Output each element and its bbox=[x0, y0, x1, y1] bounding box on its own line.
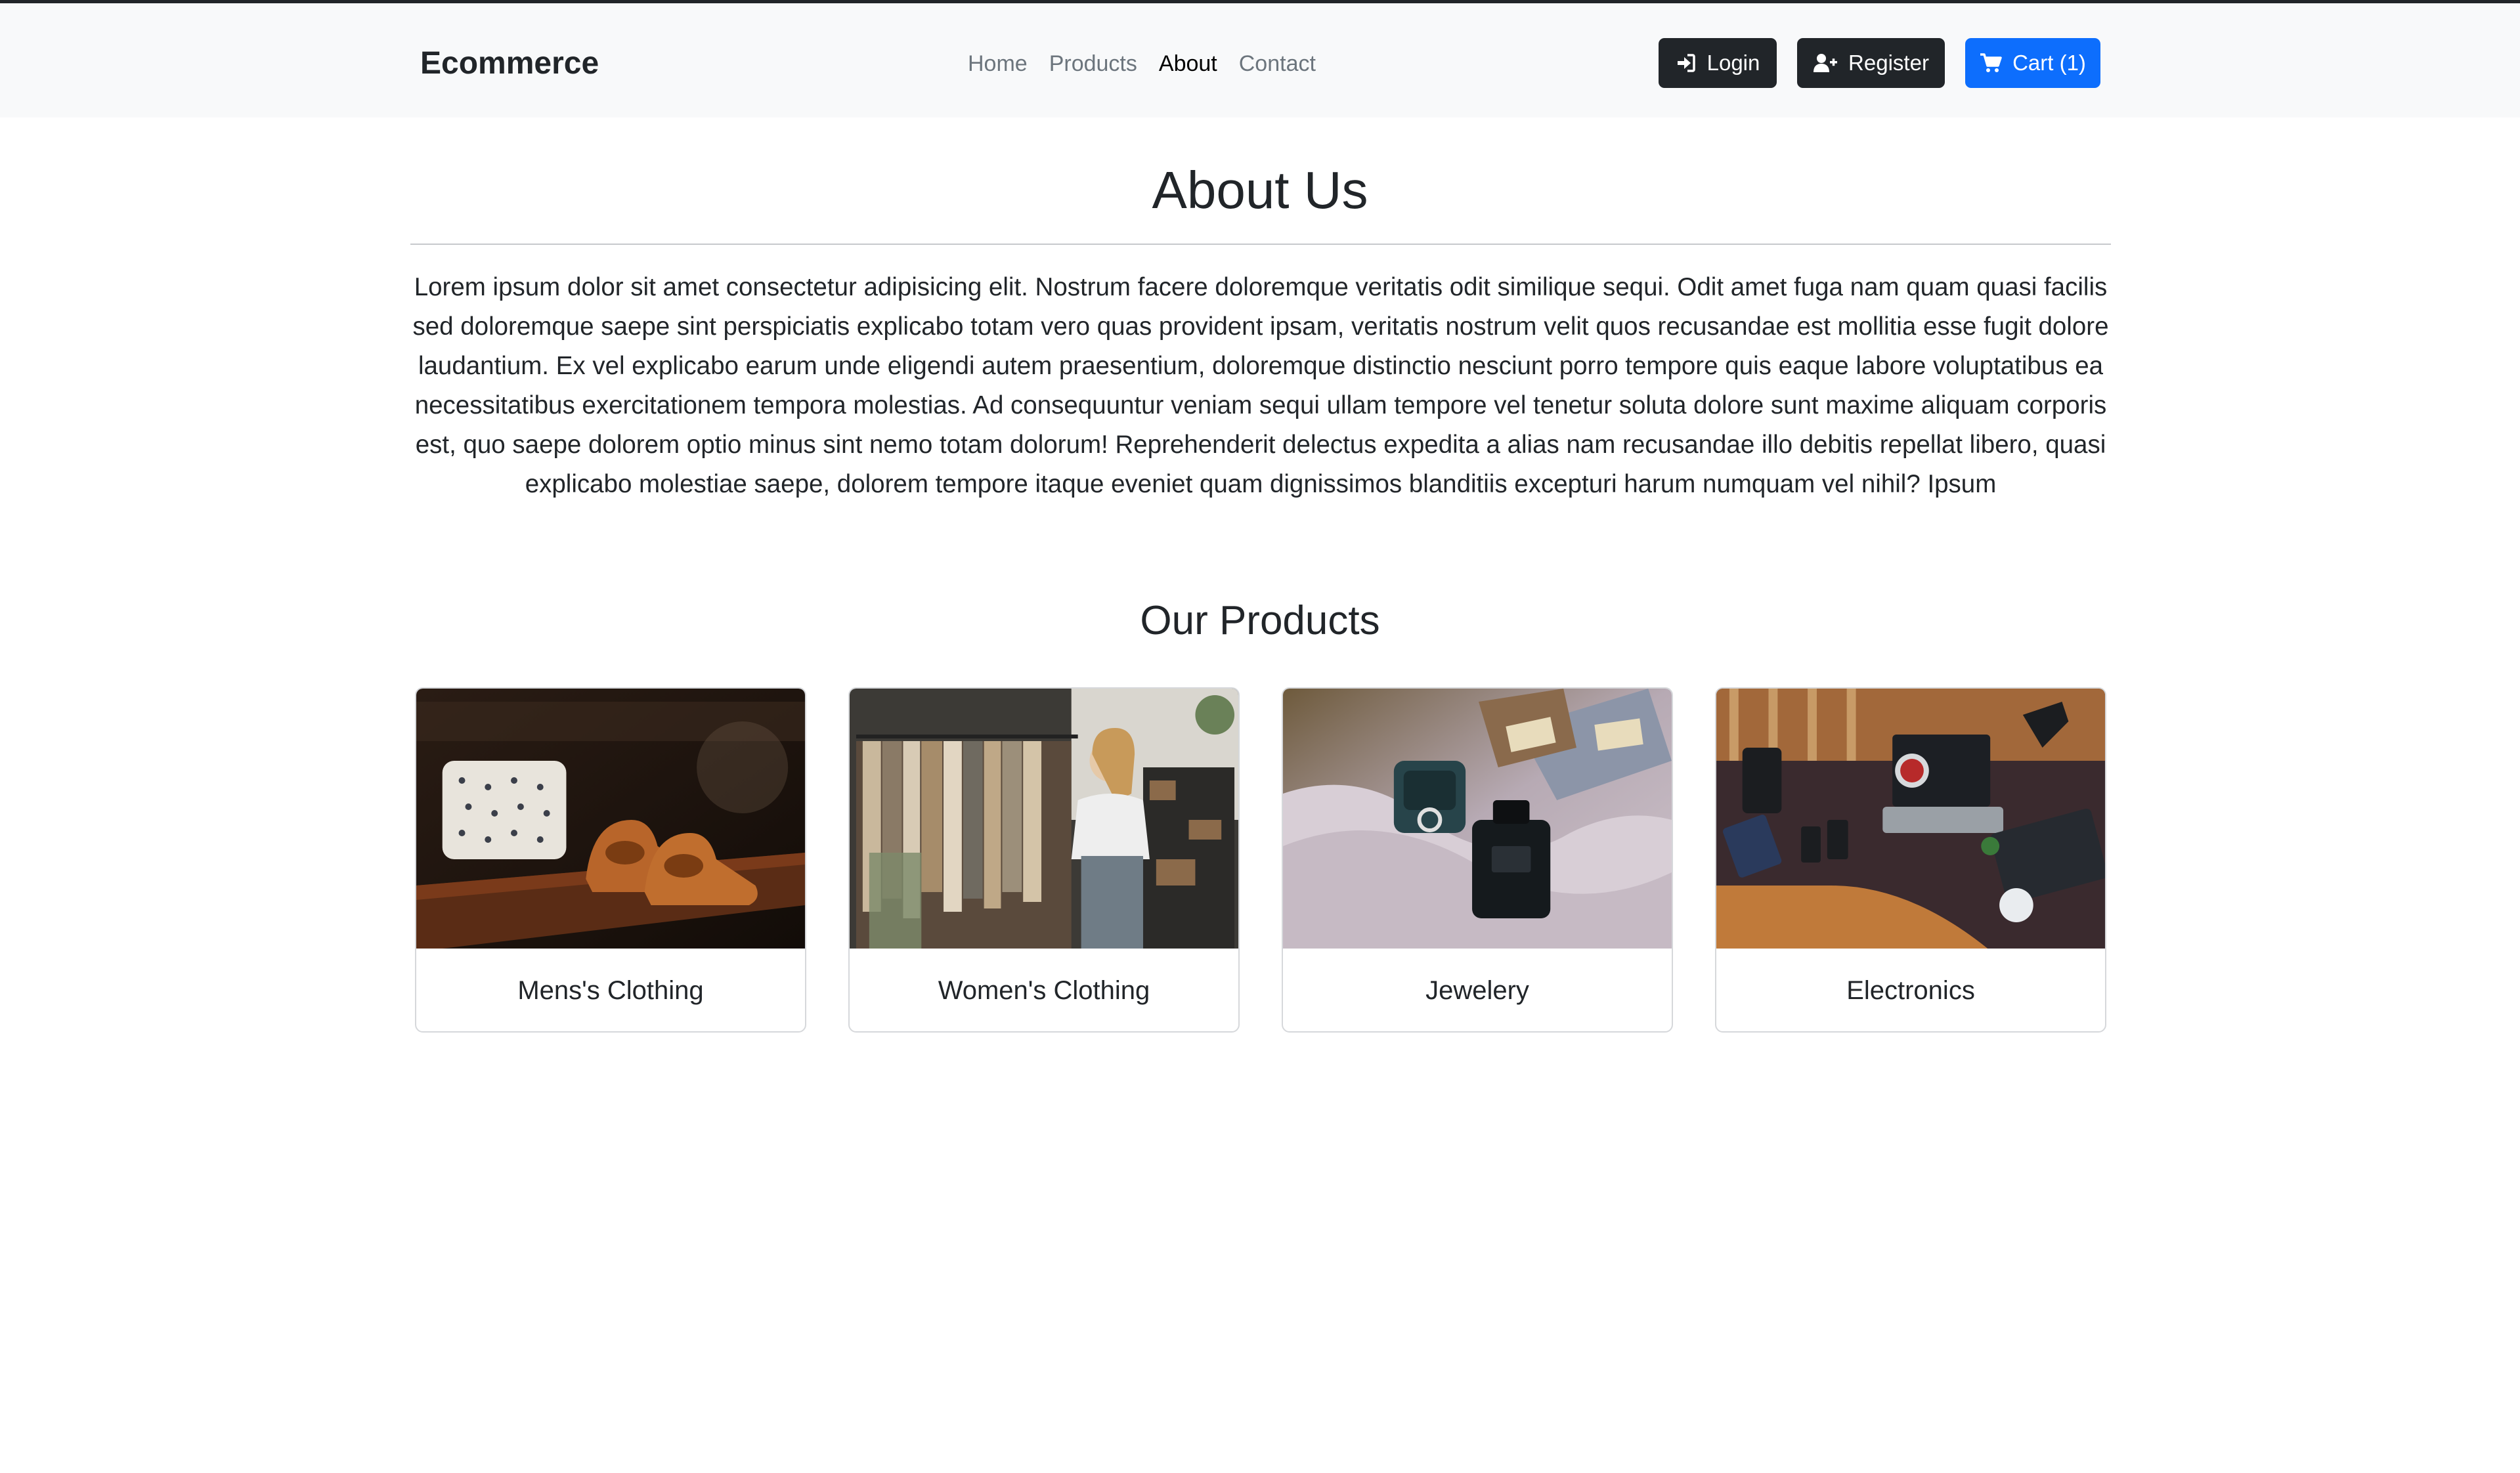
womens-clothing-image bbox=[850, 689, 1238, 949]
shopping-cart-icon bbox=[1980, 53, 2002, 72]
nav-link-contact[interactable]: Contact bbox=[1239, 48, 1316, 79]
card-title: Jewelery bbox=[1425, 975, 1529, 1005]
nav-link-about[interactable]: About bbox=[1159, 48, 1217, 79]
electronics-image bbox=[1716, 689, 2105, 949]
login-label: Login bbox=[1706, 51, 1760, 75]
jewelery-image bbox=[1283, 689, 1672, 949]
product-card-womens-clothing[interactable]: Women's Clothing bbox=[848, 687, 1240, 1033]
brand-logo[interactable]: Ecommerce bbox=[420, 44, 599, 83]
mens-clothing-image bbox=[416, 689, 805, 949]
product-card-jewelery[interactable]: Jewelery bbox=[1282, 687, 1673, 1033]
divider bbox=[410, 244, 2111, 245]
products-title: Our Products bbox=[1140, 598, 1380, 643]
product-card-electronics[interactable]: Electronics bbox=[1715, 687, 2106, 1033]
navbar: Ecommerce Home Products About Contact Lo… bbox=[0, 3, 2520, 117]
cart-button[interactable]: Cart (1) bbox=[1965, 38, 2100, 88]
card-title: Electronics bbox=[1846, 975, 1975, 1005]
nav-links: Home Products About Contact bbox=[968, 48, 1337, 79]
product-card-mens-clothing[interactable]: Mens's Clothing bbox=[415, 687, 806, 1033]
nav-link-products[interactable]: Products bbox=[1049, 48, 1137, 79]
nav-link-home[interactable]: Home bbox=[968, 48, 1028, 79]
card-title: Women's Clothing bbox=[938, 975, 1150, 1005]
about-text: Lorem ipsum dolor sit amet consectetur a… bbox=[412, 273, 2109, 498]
login-button[interactable]: Login bbox=[1659, 38, 1777, 88]
register-label: Register bbox=[1848, 51, 1929, 75]
sign-in-icon bbox=[1677, 54, 1695, 72]
card-title: Mens's Clothing bbox=[517, 975, 704, 1005]
register-button[interactable]: Register bbox=[1797, 38, 1945, 88]
cart-label: Cart (1) bbox=[2012, 51, 2086, 75]
about-title: About Us bbox=[1152, 161, 1368, 219]
user-plus-icon bbox=[1814, 54, 1838, 72]
